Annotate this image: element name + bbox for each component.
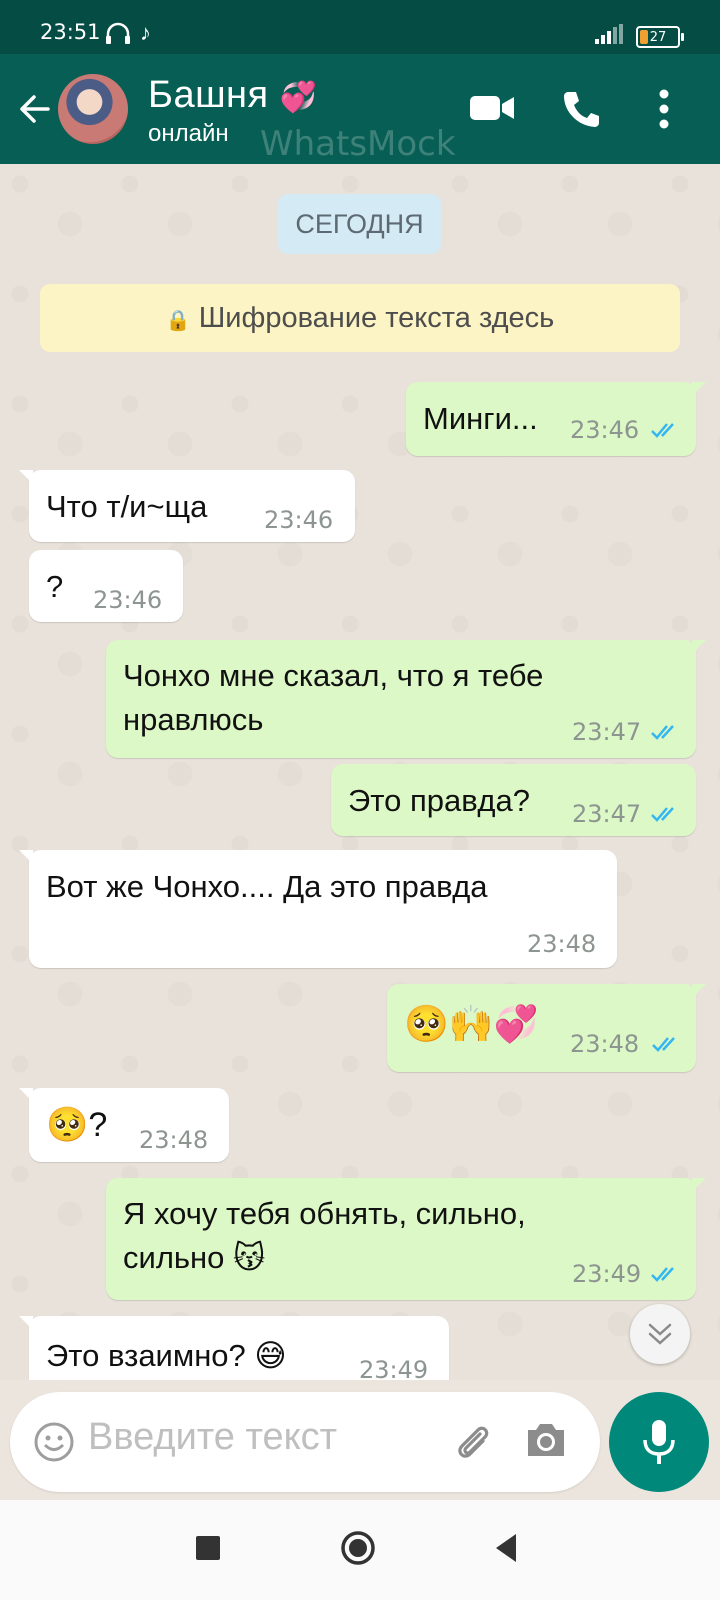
message-input[interactable]: Введите текст: [88, 1416, 337, 1459]
avatar[interactable]: [58, 74, 128, 144]
read-ticks-icon: [651, 1267, 674, 1282]
chat-area[interactable]: СЕГОДНЯ 🔒 Шифрование текста здесь Минги.…: [0, 164, 720, 1380]
lock-icon: 🔒: [165, 310, 191, 332]
message-text: Это взаимно? 😅: [46, 1338, 287, 1373]
battery-icon: 27: [636, 26, 684, 48]
contact-status: онлайн: [148, 120, 229, 147]
encryption-notice[interactable]: 🔒 Шифрование текста здесь: [40, 284, 680, 352]
message-time: 23:47: [572, 800, 642, 828]
voice-message-button[interactable]: [609, 1392, 709, 1492]
hearts-emoji-icon: 💞: [279, 81, 318, 114]
encryption-notice-text: Шифрование текста здесь: [198, 302, 555, 334]
home-icon[interactable]: [340, 1530, 376, 1566]
message-time: 23:46: [93, 586, 163, 614]
message-text: Чонхо мне сказал, что я тебе нравлюсь: [123, 654, 543, 742]
date-chip: СЕГОДНЯ: [278, 194, 441, 254]
read-ticks-icon: [651, 725, 674, 740]
message-in[interactable]: Это взаимно? 😅 23:49: [19, 1316, 449, 1380]
message-text: Минги...: [423, 401, 538, 436]
headphones-icon: [106, 22, 130, 44]
read-ticks-icon: [651, 423, 674, 438]
message-in[interactable]: 🥺? 23:48: [19, 1088, 229, 1162]
status-time: 23:51: [40, 20, 101, 44]
message-text: Что т/и~ща: [46, 489, 208, 524]
message-time: 23:49: [572, 1260, 642, 1288]
music-note-icon: ♪: [140, 20, 151, 45]
read-ticks-icon: [651, 807, 674, 822]
message-text: ?: [46, 569, 64, 604]
message-in[interactable]: ? 23:46: [29, 550, 183, 622]
recents-icon[interactable]: [196, 1536, 220, 1560]
emoji-icon[interactable]: [34, 1422, 74, 1462]
signal-icon: [595, 24, 623, 44]
more-vert-icon[interactable]: [658, 88, 670, 130]
message-time: 23:48: [570, 1030, 640, 1058]
message-out[interactable]: Чонхо мне сказал, что я тебе нравлюсь 23…: [106, 640, 706, 758]
message-out[interactable]: Я хочу тебя обнять, сильно, сильно 😽 23:…: [106, 1178, 706, 1300]
back-arrow-icon[interactable]: [14, 88, 56, 130]
message-time: 23:49: [359, 1356, 429, 1380]
message-text-line: Чонхо мне сказал, что я тебе: [123, 658, 544, 693]
message-time: 23:46: [264, 506, 334, 534]
message-out[interactable]: Минги... 23:46: [406, 382, 706, 456]
message-text: Вот же Чонхо.... Да это правда: [46, 869, 488, 904]
message-out[interactable]: 🥺🙌💞 23:48: [387, 984, 706, 1072]
back-nav-icon[interactable]: [492, 1532, 520, 1564]
mic-icon: [643, 1420, 675, 1464]
message-text: Я хочу тебя обнять, сильно, сильно 😽: [123, 1192, 526, 1280]
contact-name-text: Башня: [148, 74, 269, 116]
battery-level: 27: [649, 30, 667, 45]
message-time: 23:47: [572, 718, 642, 746]
message-out[interactable]: Это правда? 23:47: [331, 764, 696, 836]
message-input-bar[interactable]: Введите текст: [10, 1392, 600, 1492]
attach-icon[interactable]: [450, 1420, 494, 1464]
message-text-line: сильно 😽: [123, 1240, 266, 1275]
message-time: 23:46: [570, 416, 640, 444]
message-time: 23:48: [139, 1126, 209, 1154]
camera-icon[interactable]: [524, 1420, 568, 1460]
video-call-icon[interactable]: [468, 88, 516, 128]
message-in[interactable]: Вот же Чонхо.... Да это правда 23:48: [19, 850, 617, 968]
contact-name[interactable]: Башня 💞: [148, 74, 318, 117]
message-in[interactable]: Что т/и~ща 23:46: [19, 470, 355, 542]
message-text: 🥺🙌💞: [404, 1003, 539, 1044]
message-time: 23:48: [527, 930, 597, 958]
watermark: WhatsMock: [260, 124, 456, 164]
phone-icon[interactable]: [560, 88, 602, 130]
message-text-line: Я хочу тебя обнять, сильно,: [123, 1196, 526, 1231]
chat-header: Башня 💞 онлайн WhatsMock: [0, 54, 720, 164]
system-navigation-bar: [0, 1500, 720, 1600]
message-text: Это правда?: [348, 783, 530, 818]
double-chevron-down-icon: [648, 1323, 672, 1345]
status-bar: 23:51 ♪ 27: [0, 0, 720, 54]
message-text-line: нравлюсь: [123, 702, 264, 737]
read-ticks-icon: [652, 1037, 675, 1052]
message-text: 🥺?: [46, 1106, 108, 1144]
scroll-to-bottom-button[interactable]: [630, 1304, 690, 1364]
